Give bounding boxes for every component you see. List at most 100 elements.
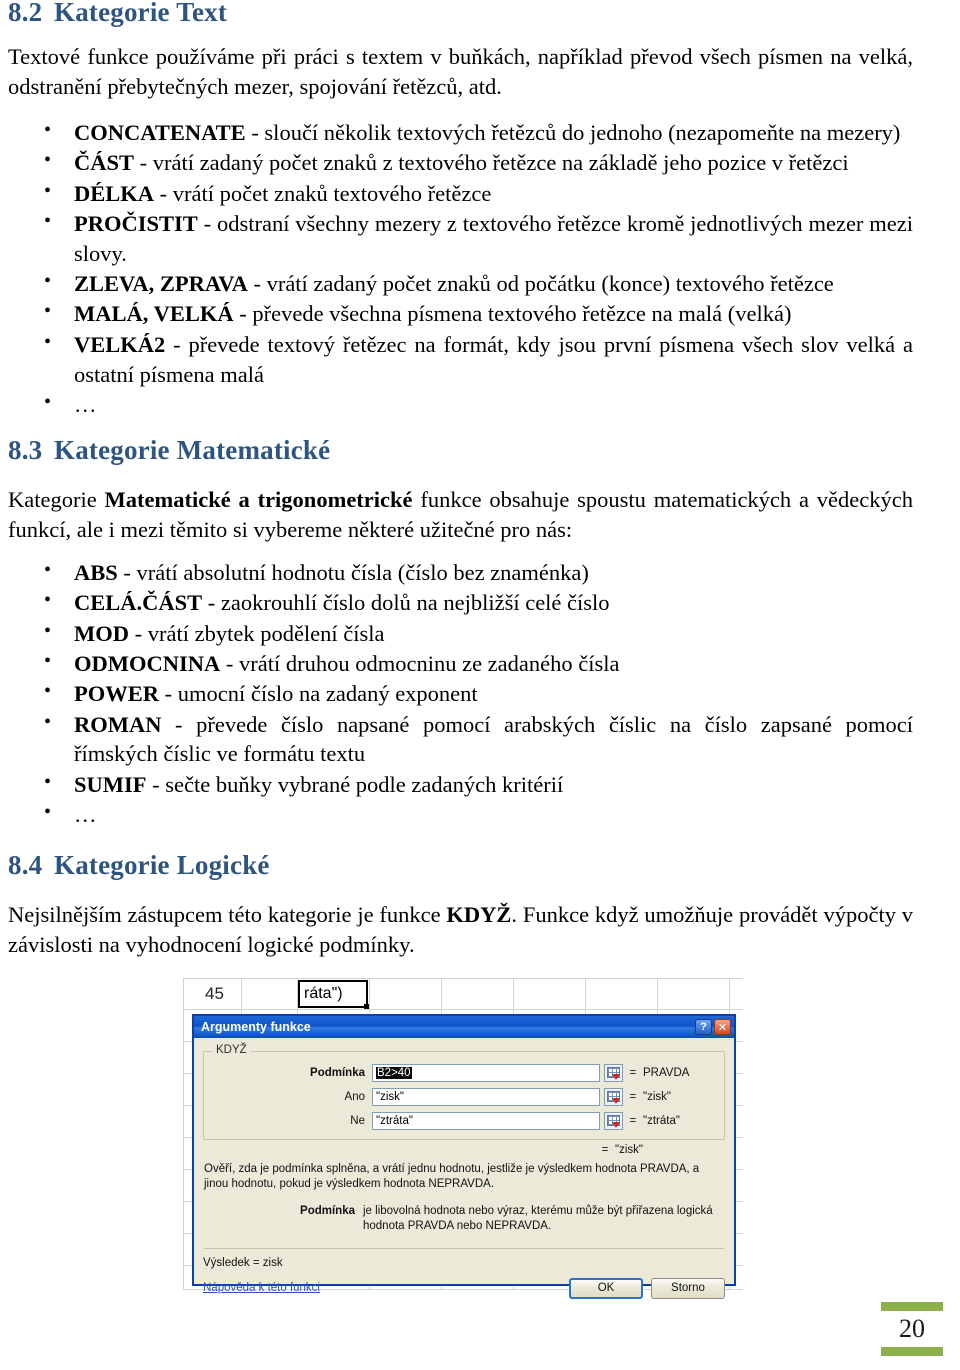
function-name: MALÁ, VELKÁ: [74, 301, 234, 327]
argument-result-condition: PRAVDA: [643, 1066, 690, 1079]
equals-sign: =: [629, 1090, 637, 1103]
argument-result-yes: "zisk": [643, 1090, 671, 1103]
function-name: PROČISTIT: [74, 210, 198, 236]
list-item: SUMIF - sečte buňky vybrané podle zadaný…: [8, 769, 913, 800]
arguments-groupbox: KDYŽ Podmínka B2>40 = PRAVDA Ano "zisk" …: [203, 1044, 725, 1140]
argument-label-no: Ne: [350, 1114, 365, 1127]
close-icon[interactable]: ✕: [714, 1019, 731, 1035]
intro-text-before: Kategorie: [8, 487, 105, 512]
function-list-8-3: ABS - vrátí absolutní hodnotu čísla (čís…: [8, 557, 913, 830]
function-desc: - vrátí zadaný počet znaků od počátku (k…: [247, 271, 834, 297]
list-item: ABS - vrátí absolutní hodnotu čísla (čís…: [8, 557, 913, 588]
excel-screenshot-figure: 45 ráta") Argumenty funkce ? ✕ KDYŽ Podm…: [183, 978, 743, 1299]
function-desc: …: [74, 802, 98, 827]
intro-text-bold: Matematické a trigonometrické: [104, 487, 413, 512]
overall-equals-sign: =: [601, 1144, 609, 1156]
overall-result-row: = "zisk": [203, 1144, 725, 1156]
list-item: CONCATENATE - sloučí několik textových ř…: [8, 117, 913, 148]
list-item: POWER - umocní číslo na zadaný exponent: [8, 678, 913, 709]
argument-row-yes: Ano "zisk" = "zisk": [212, 1087, 716, 1106]
active-cell-text: ráta"): [304, 985, 343, 1002]
function-desc: - vrátí absolutní hodnotu čísla (číslo b…: [117, 560, 589, 585]
section-title-8-2: Kategorie Text: [54, 0, 228, 27]
function-name: ROMAN: [74, 711, 162, 737]
list-item: MALÁ, VELKÁ - převede všechna písmena te…: [8, 298, 913, 329]
function-name: VELKÁ2: [74, 331, 166, 357]
document-page: 8.2 Kategorie Text Textové funkce používá…: [0, 0, 960, 1370]
list-item-ellipsis: …: [8, 389, 913, 420]
list-item: ČÁST - vrátí zadaný počet znaků z textov…: [8, 147, 913, 178]
function-name: ČÁST: [74, 150, 135, 176]
function-desc: - sloučí několik textových řetězců do je…: [245, 120, 901, 145]
spreadsheet-active-cell[interactable]: ráta"): [298, 980, 369, 1009]
function-description: Ověří, zda je podmínka splněna, a vrátí …: [204, 1163, 700, 1191]
function-desc: - převede všechna písmena textového řetě…: [233, 301, 792, 327]
footer-bar-bottom: [881, 1347, 943, 1356]
argument-value-yes: "zisk": [376, 1090, 404, 1103]
list-item: ODMOCNINA - vrátí druhou odmocninu ze za…: [8, 648, 913, 679]
argument-help-name: Podmínka: [300, 1204, 355, 1217]
range-selector-icon[interactable]: [604, 1063, 623, 1082]
function-desc: - vrátí počet znaků textového řetězce: [154, 180, 492, 206]
intro-paragraph-8-2: Textové funkce používáme při práci s tex…: [8, 42, 913, 102]
dialog-titlebar[interactable]: Argumenty funkce ? ✕: [194, 1016, 734, 1038]
function-name: SUMIF: [74, 771, 147, 797]
dialog-separator: [204, 1247, 724, 1249]
section-title-8-4: Kategorie Logické: [54, 850, 270, 880]
intro-paragraph-8-3: Kategorie Matematické a trigonometrické …: [8, 485, 913, 545]
ok-button[interactable]: OK: [569, 1277, 643, 1299]
section-heading-8-2: 8.2 Kategorie Text: [8, 0, 227, 28]
list-item: MOD - vrátí zbytek podělení čísla: [8, 618, 913, 649]
page-footer: 20: [876, 1301, 948, 1356]
function-name: ZLEVA, ZPRAVA: [74, 271, 248, 297]
help-icon[interactable]: ?: [695, 1019, 712, 1035]
section-number-8-2: 8.2: [8, 0, 43, 27]
function-desc: - převede číslo napsané pomocí arabských…: [74, 711, 913, 767]
intro-paragraph-8-4: Nejsilnějším zástupcem této kategorie je…: [8, 900, 913, 960]
function-desc: - odstraní všechny mezery z textového ře…: [74, 210, 913, 266]
function-name: ABS: [74, 560, 118, 585]
argument-input-condition[interactable]: B2>40: [372, 1063, 600, 1082]
function-desc: - zaokrouhlí číslo dolů na nejbližší cel…: [202, 590, 610, 616]
function-name: CONCATENATE: [74, 120, 246, 145]
range-selector-icon[interactable]: [604, 1087, 623, 1106]
list-item-ellipsis: …: [8, 799, 913, 830]
function-desc: - vrátí druhou odmocninu ze zadaného čís…: [220, 650, 620, 676]
dialog-title: Argumenty funkce: [201, 1020, 311, 1034]
section-heading-8-4: 8.4 Kategorie Logické: [8, 850, 270, 881]
cancel-button[interactable]: Storno: [651, 1277, 725, 1299]
section-heading-8-3: 8.3 Kategorie Matematické: [8, 435, 330, 466]
function-name: POWER: [74, 681, 160, 707]
equals-sign: =: [629, 1114, 637, 1127]
fill-handle[interactable]: [364, 1004, 369, 1009]
argument-row-condition: Podmínka B2>40 = PRAVDA: [212, 1063, 716, 1082]
function-desc: - převede textový řetězec na formát, kdy…: [74, 331, 913, 387]
function-desc: - sečte buňky vybrané podle zadaných kri…: [146, 771, 564, 797]
section-number-8-3: 8.3: [8, 435, 43, 465]
argument-label-condition: Podmínka: [310, 1066, 365, 1079]
function-name: CELÁ.ČÁST: [74, 590, 203, 616]
list-item: DÉLKA - vrátí počet znaků textového řetě…: [8, 178, 913, 209]
result-line: Výsledek = zisk: [203, 1256, 283, 1269]
argument-label-yes: Ano: [344, 1090, 365, 1103]
function-arguments-dialog: Argumenty funkce ? ✕ KDYŽ Podmínka B2>40…: [192, 1014, 736, 1299]
function-desc: - vrátí zadaný počet znaků z textového ř…: [134, 150, 849, 176]
page-number: 20: [899, 1313, 925, 1343]
list-item: VELKÁ2 - převede textový řetězec na form…: [8, 329, 913, 390]
argument-help-row: Podmínka je libovolná hodnota nebo výraz…: [203, 1204, 725, 1235]
argument-input-yes[interactable]: "zisk": [372, 1087, 600, 1106]
function-desc: - vrátí zbytek podělení čísla: [129, 620, 385, 646]
function-desc: - umocní číslo na zadaný exponent: [159, 681, 478, 707]
equals-sign: =: [629, 1066, 637, 1079]
function-desc: …: [74, 391, 98, 417]
list-item: PROČISTIT - odstraní všechny mezery z te…: [8, 208, 913, 269]
range-selector-icon[interactable]: [604, 1111, 623, 1130]
footer-bar-top: [881, 1301, 943, 1311]
intro-text-bold: KDYŽ: [446, 902, 512, 927]
function-name: DÉLKA: [74, 180, 155, 206]
help-link[interactable]: Nápověda k této funkci: [203, 1282, 561, 1294]
function-name: ODMOCNINA: [74, 650, 221, 676]
argument-input-no[interactable]: "ztráta": [372, 1111, 600, 1130]
list-item: ZLEVA, ZPRAVA - vrátí zadaný počet znaků…: [8, 268, 913, 299]
overall-result-value: "zisk": [615, 1144, 643, 1156]
